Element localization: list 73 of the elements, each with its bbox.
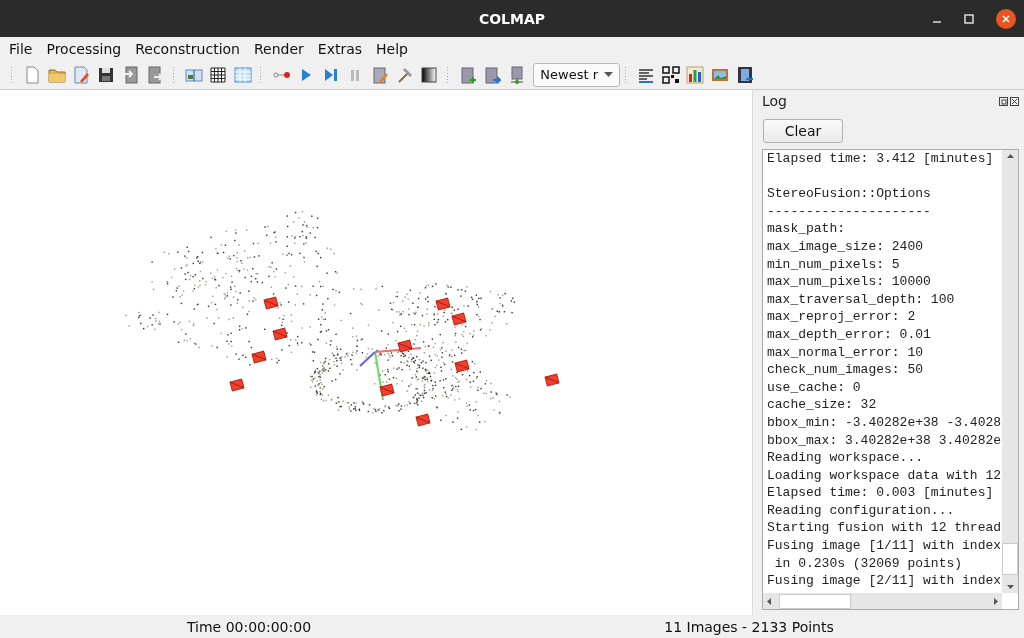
log-line: --------------------- xyxy=(767,202,932,221)
qr-code-icon[interactable] xyxy=(661,65,680,84)
camera-marker[interactable] xyxy=(454,359,470,373)
database-export-icon[interactable] xyxy=(483,65,502,84)
log-line: mask_path: xyxy=(767,220,846,238)
camera-marker[interactable] xyxy=(451,312,467,326)
log-line: max_image_size: 2400 xyxy=(767,237,925,256)
log-line: max_depth_error: 0.01 xyxy=(767,325,932,344)
log-line: in 0.230s (32069 points) xyxy=(773,554,964,573)
log-line: Loading workspace data with 12 xyxy=(767,466,1002,485)
log-line: StereoFusion::Options xyxy=(767,185,932,203)
window-title: COLMAP xyxy=(478,10,546,27)
log-line: check_num_images: 50 xyxy=(767,361,925,379)
log-line: use_cache: 0 xyxy=(767,378,862,397)
log-line: Fusing image [2/11] with index xyxy=(767,572,1002,590)
log-line: bbox_max: 3.40282e+38 3.40282e xyxy=(767,431,1002,450)
database-add-icon[interactable] xyxy=(458,65,477,84)
camera-marker[interactable] xyxy=(544,373,560,387)
log-line: max_traversal_depth: 100 xyxy=(767,290,956,309)
status-summary: 11 Images - 2133 Points xyxy=(663,618,835,635)
log-line: Starting fusion with 12 thread xyxy=(767,519,1002,538)
maximize-icon[interactable] xyxy=(964,14,974,24)
scroll-up-icon[interactable] xyxy=(1006,154,1014,158)
vertical-scrollbar[interactable] xyxy=(1002,150,1018,593)
camera-marker[interactable] xyxy=(435,297,451,311)
gradient-icon[interactable] xyxy=(420,65,439,84)
scrollbar-thumb[interactable] xyxy=(1002,543,1018,575)
menu-item[interactable]: Extras xyxy=(310,40,370,57)
menu-item[interactable]: Processing xyxy=(39,40,129,57)
status-time: Time 00:00:00:00 xyxy=(185,618,313,635)
camera-marker[interactable] xyxy=(397,339,413,353)
camera-marker[interactable] xyxy=(229,378,245,392)
menu-item[interactable]: Help xyxy=(369,40,415,57)
scrollbar-thumb[interactable] xyxy=(779,593,851,609)
close-button[interactable] xyxy=(996,9,1016,29)
log-line: max_reproj_error: 2 xyxy=(767,308,917,326)
scroll-down-icon[interactable] xyxy=(1006,585,1014,589)
dropdown[interactable]: Newest r xyxy=(533,62,620,87)
log-line: Elapsed time: 3.412 [minutes] xyxy=(767,150,995,168)
log-line: min_num_pixels: 5 xyxy=(767,255,901,274)
scroll-left-icon[interactable] xyxy=(767,597,771,605)
camera-marker[interactable] xyxy=(415,413,431,427)
panel-title: Log xyxy=(762,93,787,109)
log-line: cache_size: 32 xyxy=(767,396,878,414)
save-icon[interactable] xyxy=(97,65,116,84)
edit-document-icon[interactable] xyxy=(72,65,91,84)
horizontal-scrollbar[interactable] xyxy=(763,593,1002,609)
log-line: max_normal_error: 10 xyxy=(767,343,925,362)
log-line: Reading configuration... xyxy=(767,501,956,520)
float-icon[interactable] xyxy=(999,96,1008,106)
menu-item[interactable]: Render xyxy=(247,40,311,57)
menu-item[interactable]: Reconstruction xyxy=(128,40,247,57)
scroll-right-icon[interactable] xyxy=(994,597,998,605)
document-pencil-icon[interactable] xyxy=(371,65,389,84)
log-line: max_num_pixels: 10000 xyxy=(767,273,932,291)
log-line: Reading workspace... xyxy=(767,449,925,467)
log-line: bbox_min: -3.40282e+38 -3.4028 xyxy=(767,413,1002,432)
close-icon xyxy=(1002,15,1010,23)
caret-icon xyxy=(604,72,613,77)
grid-icon[interactable] xyxy=(209,65,228,84)
camera-marker[interactable] xyxy=(272,327,288,341)
camera-marker[interactable] xyxy=(251,350,267,364)
camera-marker[interactable] xyxy=(263,296,279,310)
close-icon[interactable] xyxy=(1010,96,1019,106)
database-network-icon[interactable] xyxy=(508,65,526,84)
camera-marker[interactable] xyxy=(379,383,395,397)
film-icon[interactable] xyxy=(735,65,754,84)
axes-drawing xyxy=(359,347,422,401)
menu-item[interactable]: File xyxy=(2,40,40,57)
clear-button[interactable]: Clear xyxy=(763,119,843,143)
log-line: Elapsed time: 0.003 [minutes] xyxy=(767,484,995,502)
bar-chart-icon[interactable] xyxy=(686,65,705,84)
log-line: Fusing image [1/11] with index xyxy=(767,537,1002,555)
